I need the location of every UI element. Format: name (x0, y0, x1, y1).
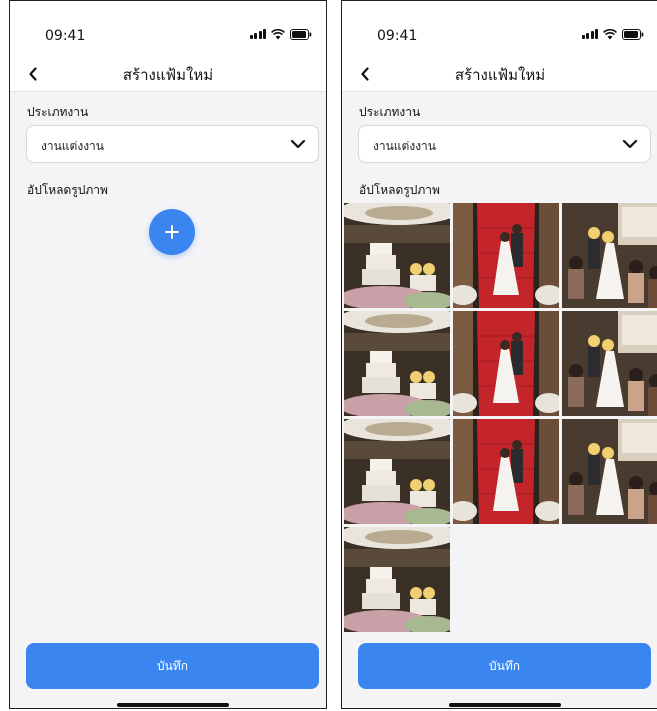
status-bar: 09:41 (10, 1, 326, 57)
phone-screen-with-photos: 09:41 สร้างแฟ้มใหม่ ประเภทงาน งานแต่งงาน… (341, 0, 657, 709)
wifi-icon (603, 28, 617, 40)
wifi-icon (271, 28, 285, 40)
upload-label: อัปโหลดรูปภาพ (359, 183, 440, 197)
event-type-select[interactable]: งานแต่งงาน (358, 125, 651, 163)
status-bar: 09:41 (342, 1, 657, 57)
home-indicator (449, 703, 561, 707)
event-type-label: ประเภทงาน (27, 105, 89, 119)
page-title: สร้างแฟ้มใหม่ (122, 66, 214, 84)
photo-thumbnail[interactable] (344, 419, 450, 524)
add-photo-button[interactable] (149, 209, 195, 255)
photo-thumbnail[interactable] (344, 203, 450, 308)
status-time: 09:41 (45, 28, 86, 44)
signal-icon (581, 29, 598, 39)
page-title: สร้างแฟ้มใหม่ (454, 66, 546, 84)
photo-thumbnail[interactable] (344, 527, 450, 632)
photo-thumbnail[interactable] (453, 419, 559, 524)
plus-icon (165, 225, 179, 239)
status-icons (249, 27, 313, 41)
chevron-down-icon (290, 139, 306, 149)
photo-thumbnail[interactable] (344, 311, 450, 416)
save-button[interactable]: บันทึก (26, 643, 319, 689)
photo-thumbnail[interactable] (453, 311, 559, 416)
nav-bar: สร้างแฟ้มใหม่ (342, 57, 657, 92)
signal-icon (249, 29, 266, 39)
phone-screen-empty: 09:41 สร้างแฟ้มใหม่ ประเภทงาน งานแต่งงาน… (9, 0, 327, 709)
battery-icon (290, 28, 312, 40)
save-button[interactable]: บันทึก (358, 643, 651, 689)
photo-thumbnail[interactable] (453, 203, 559, 308)
photo-thumbnail[interactable] (562, 311, 657, 416)
home-indicator (117, 703, 229, 707)
status-icons (581, 27, 645, 41)
chevron-down-icon (622, 139, 638, 149)
photo-grid (342, 203, 657, 635)
battery-icon (622, 28, 644, 40)
upload-label: อัปโหลดรูปภาพ (27, 183, 108, 197)
event-type-value: งานแต่งงาน (41, 139, 104, 153)
photo-thumbnail[interactable] (562, 419, 657, 524)
event-type-value: งานแต่งงาน (373, 139, 436, 153)
status-time: 09:41 (377, 28, 418, 44)
nav-bar: สร้างแฟ้มใหม่ (10, 57, 326, 92)
event-type-select[interactable]: งานแต่งงาน (26, 125, 319, 163)
event-type-label: ประเภทงาน (359, 105, 421, 119)
photo-thumbnail[interactable] (562, 203, 657, 308)
